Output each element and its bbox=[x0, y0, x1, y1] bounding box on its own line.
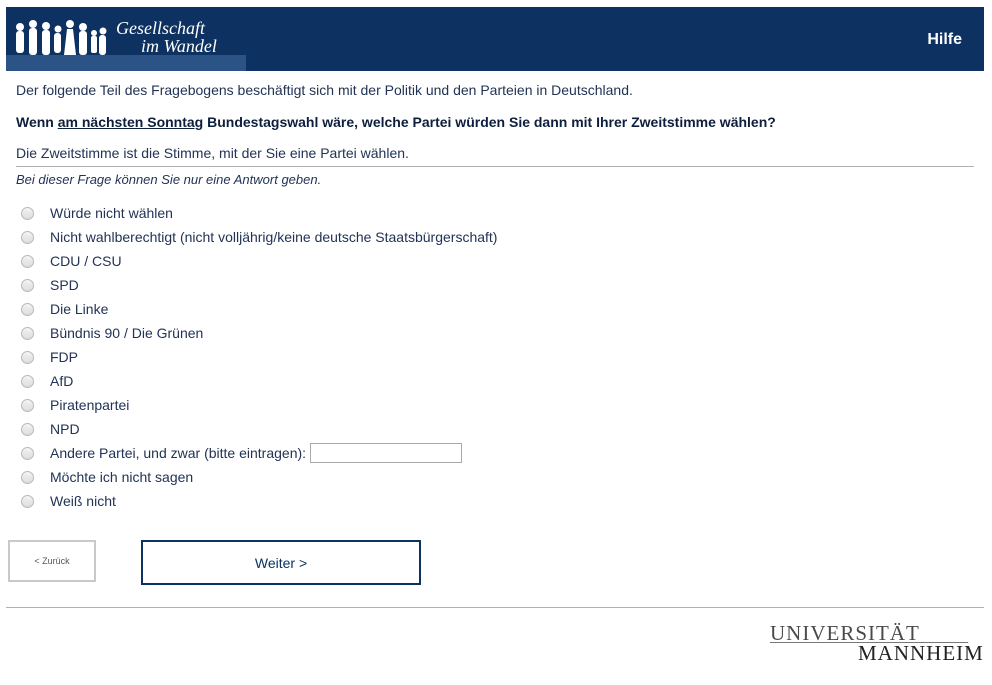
radio-button[interactable] bbox=[21, 398, 34, 412]
option-row[interactable]: Möchte ich nicht sagen bbox=[16, 465, 497, 489]
instruction-text: Bei dieser Frage können Sie nur eine Ant… bbox=[16, 172, 322, 187]
option-label[interactable]: NPD bbox=[50, 421, 80, 437]
option-label[interactable]: Piratenpartei bbox=[50, 397, 129, 413]
option-row[interactable]: Nicht wahlberechtigt (nicht volljährig/k… bbox=[16, 225, 497, 249]
uni-line2: MANNHEIM bbox=[858, 641, 984, 665]
footer-divider bbox=[6, 607, 984, 608]
radio-button[interactable] bbox=[21, 326, 34, 340]
option-label[interactable]: Möchte ich nicht sagen bbox=[50, 469, 193, 485]
header-banner: Gesellschaft im Wandel Hilfe bbox=[6, 7, 984, 71]
option-label[interactable]: Andere Partei, und zwar (bitte eintragen… bbox=[50, 445, 306, 461]
option-row[interactable]: Die Linke bbox=[16, 297, 497, 321]
back-button[interactable]: < Zurück bbox=[8, 540, 96, 582]
option-label[interactable]: Bündnis 90 / Die Grünen bbox=[50, 325, 203, 341]
radio-button[interactable] bbox=[21, 302, 34, 316]
question-pre: Wenn bbox=[16, 114, 58, 130]
option-row[interactable]: FDP bbox=[16, 345, 497, 369]
radio-button[interactable] bbox=[21, 350, 34, 364]
answer-options: Würde nicht wählen Nicht wahlberechtigt … bbox=[16, 201, 497, 513]
option-row[interactable]: CDU / CSU bbox=[16, 249, 497, 273]
logo-line1: Gesellschaft bbox=[116, 18, 205, 38]
radio-button[interactable] bbox=[21, 494, 34, 508]
help-link[interactable]: Hilfe bbox=[927, 31, 962, 49]
option-label[interactable]: FDP bbox=[50, 349, 78, 365]
option-label[interactable]: Würde nicht wählen bbox=[50, 205, 173, 221]
option-label[interactable]: SPD bbox=[50, 277, 79, 293]
logo-text: Gesellschaft im Wandel bbox=[116, 19, 217, 55]
option-row[interactable]: NPD bbox=[16, 417, 497, 441]
radio-button[interactable] bbox=[21, 206, 34, 220]
radio-button[interactable] bbox=[21, 446, 34, 460]
question-block: Der folgende Teil des Fragebogens beschä… bbox=[16, 81, 974, 189]
question-emphasis: am nächsten Sonntag bbox=[57, 114, 204, 130]
option-label[interactable]: Weiß nicht bbox=[50, 493, 116, 509]
option-label[interactable]: AfD bbox=[50, 373, 73, 389]
option-row[interactable]: Piratenpartei bbox=[16, 393, 497, 417]
note-text: Die Zweitstimme ist die Stimme, mit der … bbox=[16, 145, 409, 161]
option-label[interactable]: Die Linke bbox=[50, 301, 108, 317]
option-label[interactable]: CDU / CSU bbox=[50, 253, 122, 269]
option-row[interactable]: AfD bbox=[16, 369, 497, 393]
divider bbox=[16, 166, 974, 167]
intro-text: Der folgende Teil des Fragebogens beschä… bbox=[16, 82, 633, 98]
radio-button[interactable] bbox=[21, 254, 34, 268]
question-post: Bundestagswahl wäre, welche Partei würde… bbox=[203, 114, 776, 130]
radio-button[interactable] bbox=[21, 470, 34, 484]
radio-button[interactable] bbox=[21, 278, 34, 292]
option-row[interactable]: SPD bbox=[16, 273, 497, 297]
logo-line2: im Wandel bbox=[141, 36, 217, 56]
radio-button[interactable] bbox=[21, 422, 34, 436]
other-party-input[interactable] bbox=[310, 443, 463, 463]
university-logo: UNIVERSITÄT MANNHEIM bbox=[770, 622, 984, 665]
option-row[interactable]: Würde nicht wählen bbox=[16, 201, 497, 225]
option-label[interactable]: Nicht wahlberechtigt (nicht volljährig/k… bbox=[50, 229, 497, 245]
option-row[interactable]: Weiß nicht bbox=[16, 489, 497, 513]
option-row-other[interactable]: Andere Partei, und zwar (bitte eintragen… bbox=[16, 441, 497, 465]
radio-button[interactable] bbox=[21, 230, 34, 244]
radio-button[interactable] bbox=[21, 374, 34, 388]
question-text: Wenn am nächsten Sonntag Bundestagswahl … bbox=[16, 113, 974, 131]
option-row[interactable]: Bündnis 90 / Die Grünen bbox=[16, 321, 497, 345]
next-button[interactable]: Weiter > bbox=[141, 540, 421, 585]
